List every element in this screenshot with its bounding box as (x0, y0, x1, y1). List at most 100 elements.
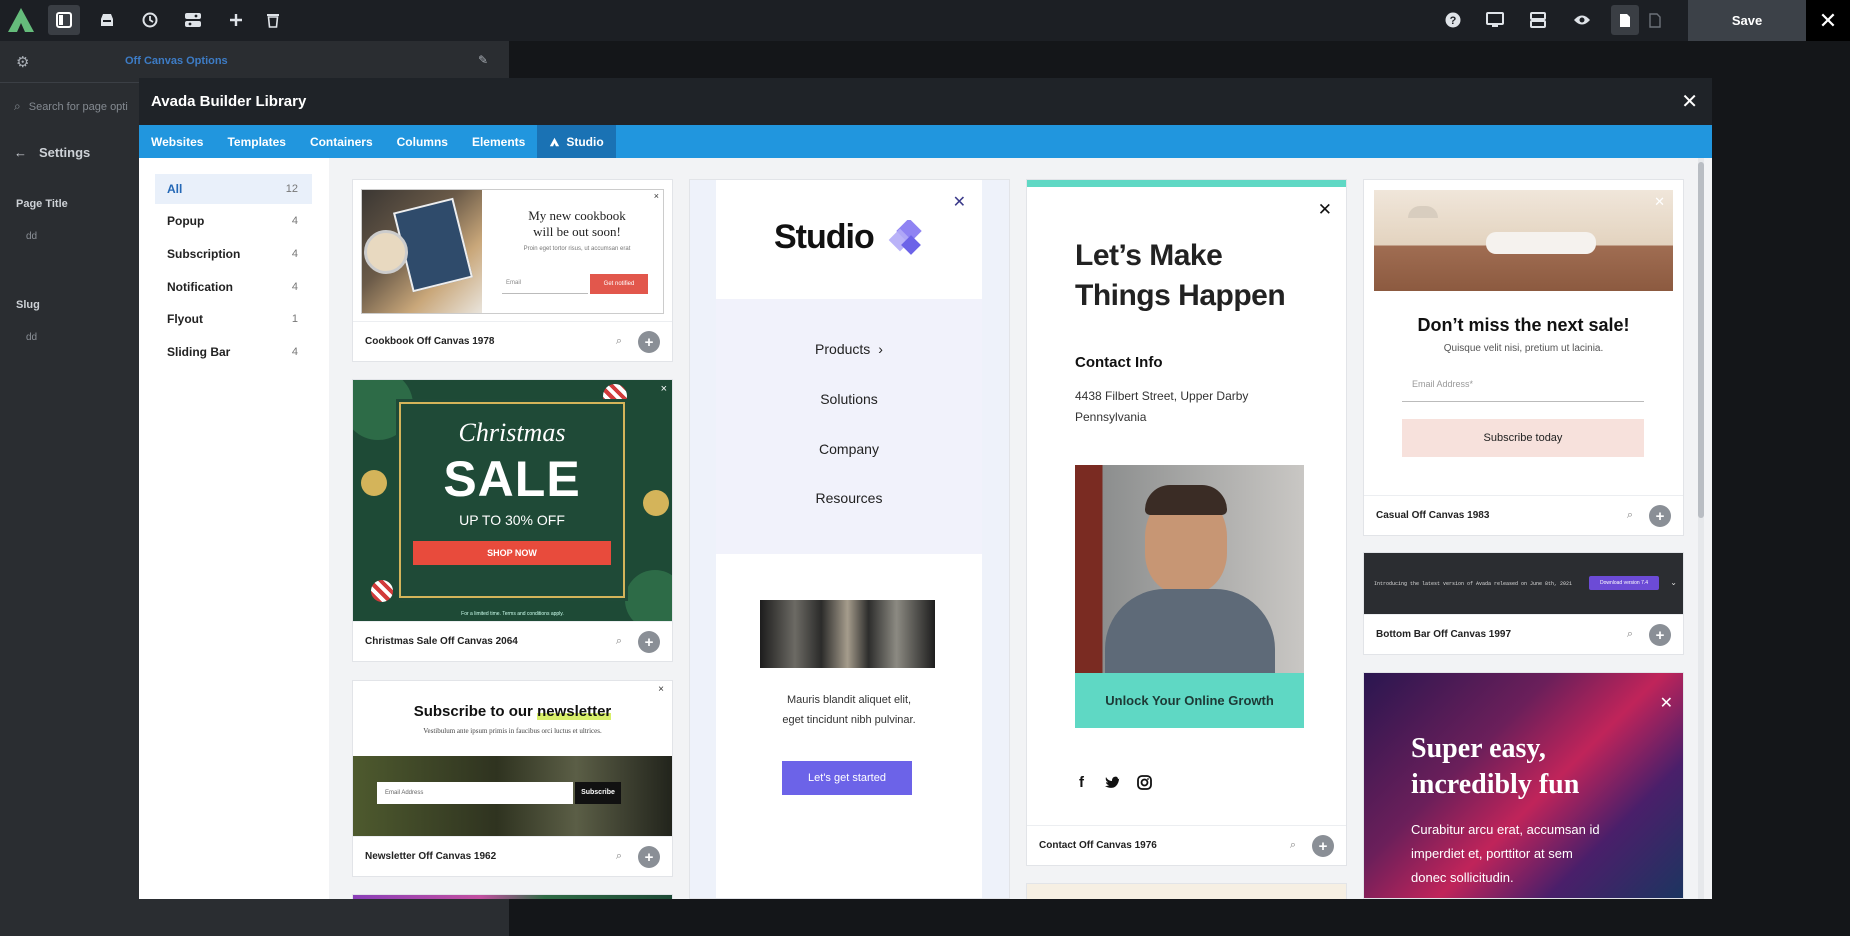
page-outline-icon[interactable] (1641, 5, 1669, 35)
tab-websites[interactable]: Websites (139, 125, 215, 158)
close-icon: ✕ (1317, 200, 1332, 219)
template-card-partial[interactable] (1026, 883, 1347, 899)
preview-icon[interactable] (1566, 5, 1598, 35)
template-card-bottom-bar[interactable]: Introducing the latest version of Avada … (1363, 552, 1684, 655)
template-card-super-easy[interactable]: ✕ Super easy, incredibly fun Curabitur a… (1363, 672, 1684, 899)
facebook-icon[interactable]: f (1079, 774, 1084, 791)
studio-text-1: Mauris blandit aliquet elit, (786, 694, 912, 706)
super-easy-heading-2: incredibly fun (1411, 769, 1580, 800)
preview-icon[interactable]: ⌕ (1627, 509, 1633, 522)
category-count: 4 (291, 346, 298, 358)
avada-logo-icon[interactable] (6, 6, 36, 34)
preview-icon[interactable]: ⌕ (616, 335, 622, 348)
help-icon[interactable]: ? (1437, 5, 1469, 35)
page-icon[interactable] (1611, 5, 1639, 35)
tab-containers[interactable]: Containers (298, 125, 385, 158)
preview-icon[interactable]: ⌕ (1627, 628, 1633, 641)
back-arrow-icon[interactable]: ← (14, 145, 27, 160)
structure-icon[interactable] (1522, 5, 1554, 35)
menu-item-label: Products (815, 341, 871, 357)
template-card-cookbook[interactable]: My new cookbook will be out soon! Proin … (352, 179, 673, 362)
sidebar-toggle-icon[interactable] (48, 5, 80, 35)
desktop-icon[interactable] (1479, 5, 1511, 35)
tab-elements[interactable]: Elements (460, 125, 537, 158)
add-icon[interactable] (220, 5, 252, 35)
save-button[interactable]: Save (1688, 0, 1806, 41)
contact-growth-button[interactable]: Unlock Your Online Growth (1075, 673, 1304, 728)
add-template-button[interactable]: + (1312, 835, 1334, 857)
casual-subscribe-button[interactable]: Subscribe today (1402, 419, 1644, 457)
category-flyout[interactable]: Flyout 1 (155, 304, 312, 334)
search-input[interactable]: ⌕ Search for page opti (14, 99, 128, 114)
cookbook-subtext: Proin eget tortor risus, ut accumsan era… (523, 246, 631, 252)
category-label: Notification (167, 280, 233, 294)
newsletter-photo: Email Address Subscribe (353, 756, 672, 838)
preview-icon[interactable]: ⌕ (616, 635, 622, 648)
cookbook-notify-button[interactable]: Get notified (590, 274, 648, 294)
super-easy-text-3: donec sollicitudin. (1411, 870, 1514, 885)
contact-info-title: Contact Info (1075, 354, 1163, 371)
shop-now-button[interactable]: SHOP NOW (413, 541, 611, 565)
layout-icon[interactable] (177, 5, 209, 35)
category-sliding-bar[interactable]: Sliding Bar 4 (155, 337, 312, 367)
library-tabs: Websites Templates Containers Columns El… (139, 125, 1712, 158)
casual-heading: Don’t miss the next sale! (1417, 315, 1630, 335)
category-all[interactable]: All 12 (155, 174, 312, 204)
card-thumbnail: ✕ Don’t miss the next sale! Quisque veli… (1364, 180, 1683, 497)
template-card-christmas[interactable]: Christmas SALE UP TO 30% OFF SHOP NOW Fo… (352, 379, 673, 662)
tab-templates[interactable]: Templates (215, 125, 297, 158)
menu-item-resources[interactable]: Resources (716, 490, 982, 506)
category-count: 12 (285, 183, 298, 195)
scrollbar-thumb[interactable] (1698, 162, 1704, 518)
studio-header: Studio ✕ (716, 180, 982, 299)
add-template-button[interactable]: + (638, 331, 660, 353)
newsletter-email-field[interactable]: Email Address (377, 782, 573, 804)
cookbook-heading-2: will be out soon! (533, 224, 621, 239)
slug-field[interactable]: dd (26, 332, 37, 343)
casual-email-field[interactable]: Email Address* (1402, 376, 1644, 402)
pencil-icon[interactable]: ✎ (478, 53, 488, 67)
category-notification[interactable]: Notification 4 (155, 272, 312, 302)
twitter-icon[interactable] (1105, 776, 1121, 790)
tab-columns[interactable]: Columns (385, 125, 460, 158)
template-card-newsletter[interactable]: Subscribe to our newsletter Vestibulum a… (352, 680, 673, 877)
menu-item-company[interactable]: Company (716, 441, 982, 457)
add-template-button[interactable]: + (1649, 505, 1671, 527)
sale-heading: SALE (443, 451, 581, 507)
template-card-studio-menu[interactable]: Studio ✕ Products › Solutions Company Res… (689, 179, 1010, 899)
category-subscription[interactable]: Subscription 4 (155, 239, 312, 269)
grid-scrollbar[interactable] (1698, 158, 1704, 899)
sale-frame: Christmas SALE UP TO 30% OFF SHOP NOW (396, 399, 628, 601)
newsletter-subscribe-button[interactable]: Subscribe (575, 782, 621, 804)
close-icon: ✕ (952, 194, 966, 211)
close-builder-button[interactable]: ✕ (1806, 0, 1850, 41)
preview-icon[interactable]: ⌕ (616, 850, 622, 863)
add-template-button[interactable]: + (1649, 624, 1671, 646)
modal-title: Avada Builder Library (151, 93, 307, 110)
cookbook-email-field[interactable]: Email (502, 274, 588, 294)
template-card-contact[interactable]: ✕ Let’s Make Things Happen Contact Info … (1026, 179, 1347, 866)
tab-studio[interactable]: Studio (537, 125, 616, 158)
preview-icon[interactable]: ⌕ (1290, 839, 1296, 852)
cookbook-heading-1: My new cookbook (528, 208, 626, 223)
gear-icon[interactable]: ⚙ (16, 53, 29, 71)
trash-icon[interactable] (257, 5, 289, 35)
menu-item-solutions[interactable]: Solutions (716, 391, 982, 407)
category-popup[interactable]: Popup 4 (155, 206, 312, 236)
template-card-partial[interactable] (352, 894, 673, 899)
add-template-button[interactable]: + (638, 846, 660, 868)
settings-back[interactable]: ← Settings (14, 145, 90, 160)
library-icon[interactable] (91, 5, 123, 35)
template-card-casual[interactable]: ✕ Don’t miss the next sale! Quisque veli… (1363, 179, 1684, 536)
download-button[interactable]: Download version 7.4 (1589, 576, 1659, 590)
add-template-button[interactable]: + (638, 631, 660, 653)
studio-cta-button[interactable]: Let's get started (782, 761, 912, 795)
card-title: Casual Off Canvas 1983 (1376, 510, 1490, 521)
close-icon[interactable]: ✕ (1681, 89, 1698, 114)
instagram-icon[interactable] (1137, 775, 1152, 790)
menu-item-products[interactable]: Products › (716, 341, 982, 357)
page-title-field[interactable]: dd (26, 231, 37, 242)
studio-text-2: eget tincidunt nibh pulvinar. (782, 714, 916, 726)
history-icon[interactable] (134, 5, 166, 35)
sale-discount: UP TO 30% OFF (459, 512, 565, 528)
